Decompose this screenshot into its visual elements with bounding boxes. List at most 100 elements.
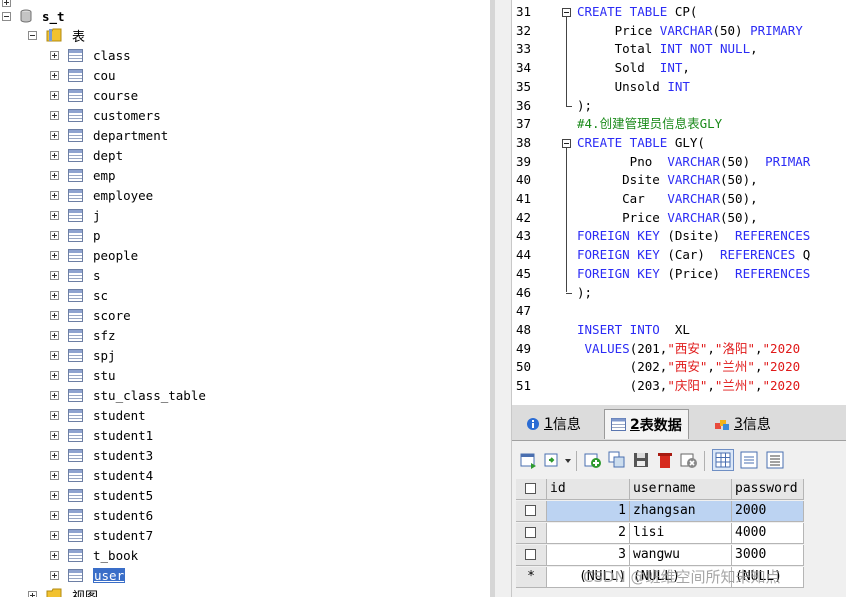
code-line[interactable]: Unsold INT (577, 78, 690, 97)
cell-password[interactable]: 4000 (732, 523, 804, 544)
expand-toggle[interactable] (50, 370, 59, 380)
tree-row-table-class[interactable]: class (50, 45, 131, 65)
save-icon[interactable] (632, 451, 650, 469)
tree-row-table-student1[interactable]: student1 (50, 425, 153, 445)
tree-row-table-student7[interactable]: student7 (50, 525, 153, 545)
cell-password[interactable]: 3000 (732, 545, 804, 566)
row-selector[interactable] (516, 545, 547, 566)
tree-row-table-spj[interactable]: spj (50, 345, 116, 365)
expand-toggle[interactable] (50, 70, 59, 80)
tree-row-table-people[interactable]: people (50, 245, 138, 265)
tree-row-table-cou[interactable]: cou (50, 65, 116, 85)
tree-row-table-stu_class_table[interactable]: stu_class_table (50, 385, 206, 405)
tab-info[interactable]: 3 信息 (708, 409, 777, 439)
code-line[interactable]: Dsite VARCHAR(50), (577, 171, 758, 190)
cell-id[interactable]: 2 (547, 523, 630, 544)
expand-toggle[interactable] (50, 50, 59, 60)
code-line[interactable]: ); (577, 97, 592, 116)
tree-row-table-dept[interactable]: dept (50, 145, 123, 165)
tree-row-table-sfz[interactable]: sfz (50, 325, 116, 345)
expand-toggle[interactable] (50, 250, 59, 260)
code-line[interactable]: FOREIGN KEY (Dsite) REFERENCES (577, 227, 810, 246)
expand-toggle[interactable] (50, 430, 59, 440)
expand-toggle[interactable] (50, 130, 59, 140)
code-line[interactable]: FOREIGN KEY (Car) REFERENCES Q (577, 246, 810, 265)
tree-row-table-j[interactable]: j (50, 205, 101, 225)
code-line[interactable]: ); (577, 284, 592, 303)
expand-toggle[interactable] (50, 290, 59, 300)
cell-id[interactable]: 3 (547, 545, 630, 566)
grid-options-icon[interactable] (544, 451, 562, 469)
tree-row-table-s[interactable]: s (50, 265, 101, 285)
export-grid-icon[interactable] (520, 451, 538, 469)
expand-toggle[interactable] (50, 390, 59, 400)
expand-toggle[interactable] (50, 490, 59, 500)
expand-toggle[interactable] (50, 410, 59, 420)
tree-row-tables-folder[interactable]: 表 (28, 25, 85, 45)
expand-toggle[interactable] (50, 190, 59, 200)
row-selector[interactable] (516, 523, 547, 544)
cell-password[interactable]: 2000 (732, 501, 804, 522)
cell-username[interactable]: lisi (630, 523, 732, 544)
row-checkbox[interactable] (525, 505, 536, 516)
row-checkbox[interactable] (525, 527, 536, 538)
code-line[interactable]: CREATE TABLE GLY( (577, 134, 705, 153)
expand-toggle[interactable] (50, 510, 59, 520)
expand-toggle[interactable] (50, 170, 59, 180)
code-line[interactable]: Price VARCHAR(50), (577, 209, 758, 228)
tab-table-data[interactable]: 2 表数据 (604, 409, 689, 439)
tree-row-table-department[interactable]: department (50, 125, 168, 145)
code-line[interactable]: VALUES(201,"西安","洛阳","2020 (577, 340, 801, 359)
cell-id[interactable]: 1 (547, 501, 630, 522)
code-line[interactable]: (202,"西安","兰州","2020 (577, 358, 800, 377)
form-view-icon[interactable] (740, 451, 758, 469)
tree-row-table-score[interactable]: score (50, 305, 131, 325)
code-line[interactable]: Price VARCHAR(50) PRIMARY (577, 22, 803, 41)
expand-toggle[interactable] (50, 530, 59, 540)
pane-splitter[interactable] (490, 0, 512, 597)
code-line[interactable]: #4.创建管理员信息表GLY (577, 115, 722, 134)
collapse-toggle[interactable] (2, 11, 11, 21)
code-line[interactable]: Total INT NOT NULL, (577, 40, 758, 59)
tree-row-table-course[interactable]: course (50, 85, 138, 105)
code-line[interactable]: (203,"庆阳","兰州","2020 (577, 377, 800, 396)
tree-row-table-customers[interactable]: customers (50, 105, 161, 125)
expand-toggle[interactable] (50, 230, 59, 240)
dropdown-arrow-icon[interactable] (564, 451, 572, 469)
tab-messages[interactable]: 1 信息 (520, 409, 587, 439)
collapse-toggle[interactable] (28, 30, 37, 40)
tree-row-table-t_book[interactable]: t_book (50, 545, 138, 565)
text-view-icon[interactable] (766, 451, 784, 469)
tree-row-table-student5[interactable]: student5 (50, 485, 153, 505)
expand-toggle[interactable] (50, 330, 59, 340)
sql-editor[interactable]: 31 32 33 34 35 36 37 38 39 40 41 42 43 44 45 46 47 48 49 50… (512, 0, 846, 405)
code-line[interactable]: FOREIGN KEY (Price) REFERENCES (577, 265, 810, 284)
code-line[interactable]: Sold INT, (577, 59, 690, 78)
cell-username[interactable]: wangwu (630, 545, 732, 566)
expand-toggle[interactable] (50, 310, 59, 320)
cell-username[interactable]: zhangsan (630, 501, 732, 522)
tree-row-table-emp[interactable]: emp (50, 165, 116, 185)
duplicate-row-icon[interactable] (608, 451, 626, 469)
expand-toggle[interactable] (50, 550, 59, 560)
fold-toggle[interactable] (562, 8, 571, 17)
tree-row-table-stu[interactable]: stu (50, 365, 116, 385)
tree-row-table-user[interactable]: user (50, 565, 126, 585)
code-line[interactable]: INSERT INTO XL (577, 321, 690, 340)
tree-row-views-folder[interactable]: 视图 (28, 585, 98, 597)
code-line[interactable]: CREATE TABLE CP( (577, 3, 697, 22)
tree-row-table-p[interactable]: p (50, 225, 101, 245)
delete-icon[interactable] (656, 451, 674, 469)
grid-view-icon[interactable] (712, 449, 734, 471)
expand-toggle[interactable] (50, 90, 59, 100)
column-header-id[interactable]: id (547, 479, 630, 500)
expand-toggle[interactable] (50, 470, 59, 480)
expand-toggle[interactable] (50, 450, 59, 460)
expand-toggle[interactable] (50, 110, 59, 120)
row-selector[interactable] (516, 501, 547, 522)
code-line[interactable]: Car VARCHAR(50), (577, 190, 758, 209)
select-all-header[interactable] (516, 479, 547, 500)
tree-row-table-employee[interactable]: employee (50, 185, 153, 205)
cancel-changes-icon[interactable] (680, 451, 698, 469)
tree-row-table-student[interactable]: student (50, 405, 146, 425)
